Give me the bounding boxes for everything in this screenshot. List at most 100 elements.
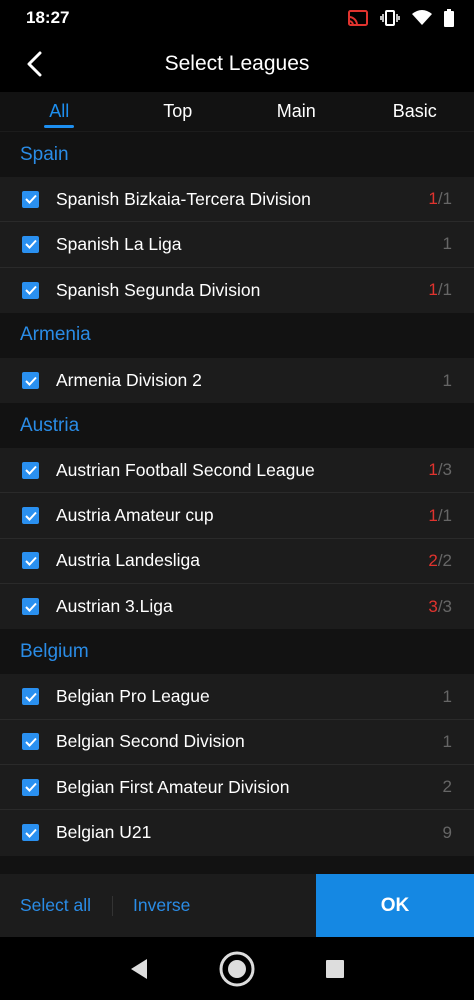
league-row[interactable]: Austrian Football Second League 1/3	[0, 448, 474, 494]
total-count: 1	[442, 731, 452, 751]
checkbox-checked[interactable]	[22, 552, 39, 570]
section-header-belgium: Belgium	[0, 629, 474, 675]
section-header-armenia: Armenia	[0, 312, 474, 358]
total-count: 9	[442, 822, 452, 842]
check-icon	[24, 556, 37, 566]
league-row[interactable]: Spanish Segunda Division 1/1	[0, 267, 474, 313]
total-count: 1	[442, 370, 452, 390]
league-count: 1/1	[428, 280, 474, 300]
league-count: 1	[443, 732, 474, 752]
league-row[interactable]: Belgian Pro League 1	[0, 674, 474, 720]
checkbox-checked[interactable]	[22, 688, 39, 706]
check-icon	[24, 737, 37, 747]
league-count: 1	[443, 687, 474, 707]
selected-count: 1	[428, 189, 438, 209]
bottom-action-bar: Select all Inverse OK	[0, 874, 474, 937]
checkbox-checked[interactable]	[22, 372, 39, 390]
league-name: Armenia Division 2	[56, 370, 202, 391]
total-count: /1	[437, 505, 452, 525]
league-row[interactable]: Austria Landesliga 2/2	[0, 538, 474, 585]
cast-icon	[348, 10, 368, 26]
league-name: Belgian First Amateur Division	[56, 776, 290, 797]
league-row[interactable]: Austria Amateur cup 1/1	[0, 493, 474, 539]
back-button[interactable]	[18, 48, 50, 80]
inverse-button[interactable]: Inverse	[133, 895, 190, 916]
league-row[interactable]: Spanish La Liga 1	[0, 222, 474, 268]
checkbox-checked[interactable]	[22, 190, 39, 208]
league-count: 3/3	[428, 597, 474, 617]
checkbox-checked[interactable]	[22, 461, 39, 479]
league-count: 1/1	[428, 189, 474, 209]
check-icon	[24, 286, 37, 296]
square-recents-icon	[326, 959, 344, 978]
app-header: Select Leagues	[0, 36, 474, 92]
league-row[interactable]: Belgian Second Division 1	[0, 719, 474, 765]
nav-back-button[interactable]	[119, 949, 159, 989]
tab-main[interactable]: Main	[237, 92, 356, 131]
tab-basic[interactable]: Basic	[356, 92, 474, 131]
selected-count: 1	[428, 505, 438, 525]
total-count: /1	[437, 189, 452, 209]
checkbox-checked[interactable]	[22, 281, 39, 299]
check-icon	[24, 466, 37, 476]
league-name: Austrian Football Second League	[56, 459, 315, 480]
checkbox-checked[interactable]	[22, 824, 39, 842]
checkbox-checked[interactable]	[22, 598, 39, 616]
league-row[interactable]: Belgian U21 9	[0, 810, 474, 856]
selected-count: 1	[428, 280, 438, 300]
status-icons	[348, 9, 454, 27]
checkbox-checked[interactable]	[22, 235, 39, 253]
tab-all[interactable]: All	[0, 92, 119, 131]
total-count: /2	[437, 550, 452, 570]
league-row[interactable]: Spanish Bizkaia-Tercera Division 1/1	[0, 177, 474, 223]
league-name: Austria Amateur cup	[56, 505, 214, 526]
tab-top[interactable]: Top	[119, 92, 238, 131]
status-time: 18:27	[26, 8, 70, 27]
circle-home-icon	[219, 951, 255, 986]
check-icon	[24, 782, 37, 793]
checkbox-checked[interactable]	[22, 733, 39, 751]
league-name: Belgian U21	[56, 822, 152, 843]
check-icon	[24, 602, 37, 612]
check-icon	[24, 376, 37, 386]
check-icon	[24, 692, 37, 702]
checkbox-checked[interactable]	[22, 778, 39, 796]
tab-bar: All Top Main Basic	[0, 92, 474, 132]
league-name: Spanish Bizkaia-Tercera Division	[56, 188, 311, 209]
selected-count: 1	[428, 460, 438, 480]
check-icon	[24, 511, 37, 521]
check-icon	[24, 194, 37, 205]
ok-button[interactable]: OK	[316, 874, 474, 937]
total-count: 2	[442, 777, 452, 797]
check-icon	[24, 240, 37, 250]
selected-count: 2	[428, 550, 438, 570]
select-all-button[interactable]: Select all	[20, 895, 91, 916]
total-count: 1	[442, 234, 452, 254]
league-row[interactable]: Belgian First Amateur Division 2	[0, 764, 474, 811]
league-row[interactable]: Austrian 3.Liga 3/3	[0, 584, 474, 630]
league-count: 1	[443, 234, 474, 254]
total-count: /3	[437, 596, 452, 616]
battery-icon	[444, 9, 454, 27]
league-count: 1	[443, 371, 474, 391]
nav-recents-button[interactable]	[315, 949, 355, 989]
chevron-left-icon	[27, 51, 42, 77]
total-count: 1	[442, 686, 452, 706]
vibrate-icon	[380, 10, 400, 26]
nav-home-button[interactable]	[217, 949, 257, 989]
system-nav-bar	[0, 937, 474, 1000]
league-count: 1/1	[428, 506, 474, 526]
league-name: Belgian Pro League	[56, 686, 210, 707]
league-list[interactable]: Spain Spanish Bizkaia-Tercera Division 1…	[0, 132, 474, 874]
total-count: /1	[437, 280, 452, 300]
league-row[interactable]: Armenia Division 2 1	[0, 357, 474, 404]
league-count: 1/3	[428, 460, 474, 480]
triangle-back-icon	[131, 958, 147, 979]
league-name: Austrian 3.Liga	[56, 596, 173, 617]
league-name: Belgian Second Division	[56, 731, 245, 752]
league-name: Austria Landesliga	[56, 550, 200, 571]
league-count: 9	[443, 823, 474, 843]
checkbox-checked[interactable]	[22, 507, 39, 525]
status-bar: 18:27	[0, 0, 474, 36]
league-count: 2	[443, 777, 474, 797]
